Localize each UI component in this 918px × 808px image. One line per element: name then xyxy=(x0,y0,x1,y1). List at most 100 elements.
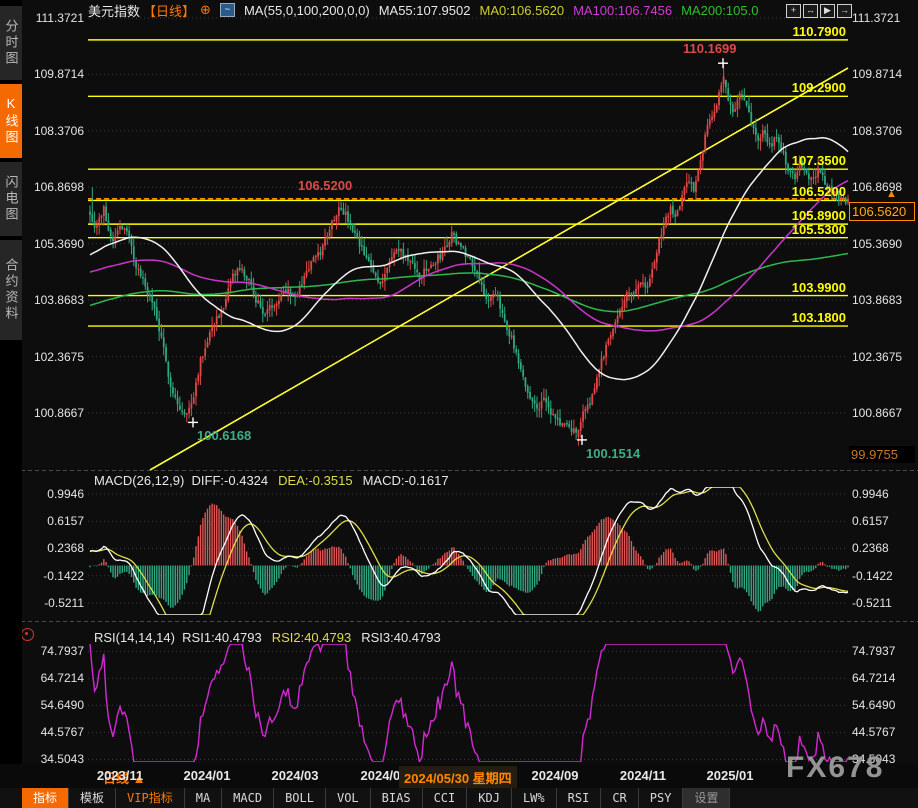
main-y-axis-label: 103.8683 xyxy=(22,293,84,307)
price-level-label: 103.9900 xyxy=(88,280,846,295)
time-axis-label: 2025/01 xyxy=(707,768,754,783)
circle-plus-icon[interactable]: ⊕ xyxy=(200,2,211,18)
main-y-axis-label: 103.8683 xyxy=(852,293,902,307)
trendline[interactable] xyxy=(150,68,848,470)
main-chart-header: 美元指数 【日线】 ⊕ ~ MA(55,0,100,200,0,0) MA55:… xyxy=(88,2,758,18)
main-y-axis-label: 102.3675 xyxy=(852,350,902,364)
trading-app-window: 分时图 K线图闪电图合约资料 美元指数 【日线】 ⊕ ~ MA(55,0,100,… xyxy=(0,0,918,808)
current-price-box: 106.5620 xyxy=(849,202,915,221)
rsi-line xyxy=(90,644,848,762)
main-y-axis-label: 100.8667 xyxy=(852,406,902,420)
main-y-axis-label: 105.3690 xyxy=(852,237,902,251)
macd-layer xyxy=(90,504,848,612)
toolbar-button-LW%[interactable]: LW% xyxy=(512,788,557,808)
toolbar-button-CR[interactable]: CR xyxy=(601,788,638,808)
main-y-axis-label: 111.3721 xyxy=(852,11,900,25)
macd-y-axis-label: 0.9946 xyxy=(22,487,84,501)
ma55-line xyxy=(90,138,848,380)
shift-right-icon[interactable]: → xyxy=(837,4,852,18)
time-axis: 日线 ▲ 2024/05/30 星期四 2023/112024/012024/0… xyxy=(0,764,918,788)
play-forward-icon[interactable]: ▶ xyxy=(820,4,835,18)
sidebar-tab-闪电图[interactable]: 闪电图 xyxy=(0,162,22,236)
time-axis-label: 2023/11 xyxy=(97,768,143,783)
sidebar-tab-合约资料[interactable]: 合约资料 xyxy=(0,240,22,340)
period-tag: 【日线】 xyxy=(143,1,195,20)
price-annotation: 110.1699 xyxy=(683,41,737,56)
dea-line xyxy=(90,487,848,615)
rsi-y-axis-label: 54.6490 xyxy=(852,698,895,712)
price-level-label: 105.5300 xyxy=(88,222,846,237)
main-y-axis-label: 108.3706 xyxy=(22,124,84,138)
macd-settings: MACD(26,12,9) DIFF:-0.4324 xyxy=(94,473,268,488)
watermark: FX678 xyxy=(786,751,884,785)
rsi-y-axis-label: 74.7937 xyxy=(852,644,895,658)
price-level-label: 110.7900 xyxy=(88,24,846,39)
toolbar-button-VOL[interactable]: VOL xyxy=(326,788,371,808)
chart-type-icon[interactable]: ~ xyxy=(220,3,235,17)
toolbar-button-设置[interactable]: 设置 xyxy=(683,788,730,808)
main-y-axis-label: 105.3690 xyxy=(22,237,84,251)
rsi-y-axis-label: 74.7937 xyxy=(22,644,84,658)
session-low-box: 99.9755 xyxy=(849,446,915,463)
price-level-label: 103.1800 xyxy=(88,310,846,325)
price-level-label: 106.5200 xyxy=(88,184,846,199)
sidebar: 分时图 K线图闪电图合约资料 xyxy=(0,0,22,764)
price-level-label: 107.3500 xyxy=(88,153,846,168)
window-controls: +↔▶→ xyxy=(786,4,852,18)
sidebar-tab-K线图[interactable]: K线图 xyxy=(0,84,22,158)
rsi2-value: RSI2:40.4793 xyxy=(272,630,352,645)
rsi-y-axis-label: 64.7214 xyxy=(852,671,895,685)
toolbar-button-VIP指标[interactable]: VIP指标 xyxy=(116,788,185,808)
toolbar-button-指标[interactable]: 指标 xyxy=(22,788,69,808)
candles-layer xyxy=(89,63,849,445)
rsi-y-axis-label: 54.6490 xyxy=(22,698,84,712)
toolbar-button-模板[interactable]: 模板 xyxy=(69,788,116,808)
rsi-y-axis-label: 44.5767 xyxy=(852,725,895,739)
crosshair-icon[interactable]: + xyxy=(786,4,801,18)
rsi-y-axis-label: 64.7214 xyxy=(22,671,84,685)
time-axis-label: 2024/01 xyxy=(184,768,231,783)
gridlines xyxy=(88,18,848,759)
indicator-toolbar: 指标模板VIP指标MAMACDBOLLVOLBIASCCIKDJLW%RSICR… xyxy=(0,788,918,808)
main-y-axis-label: 106.8698 xyxy=(22,180,84,194)
toolbar-button-RSI[interactable]: RSI xyxy=(557,788,602,808)
toolbar-button-BIAS[interactable]: BIAS xyxy=(371,788,423,808)
main-y-axis-label: 100.8667 xyxy=(22,406,84,420)
ma-settings: MA(55,0,100,200,0,0) xyxy=(244,3,370,18)
macd-y-axis-label: -0.1422 xyxy=(852,569,893,583)
indicator-settings-icon[interactable] xyxy=(21,628,34,641)
instrument-name: 美元指数 xyxy=(88,1,140,20)
time-axis-label: 2024/11 xyxy=(620,768,666,783)
macd-y-axis-label: 0.2368 xyxy=(852,541,889,555)
macd-y-axis-label: -0.5211 xyxy=(852,596,892,610)
main-y-axis-label: 109.8714 xyxy=(852,67,902,81)
main-y-axis-label: 109.8714 xyxy=(22,67,84,81)
price-annotation: 106.5200 xyxy=(298,178,352,193)
toolbar-button-MACD[interactable]: MACD xyxy=(222,788,274,808)
sidebar-tab-分时图[interactable]: 分时图 xyxy=(0,6,22,80)
chart-canvas xyxy=(0,0,918,764)
macd-y-axis-label: 0.6157 xyxy=(852,514,889,528)
rsi-y-axis-label: 44.5767 xyxy=(22,725,84,739)
macd-y-axis-label: 0.6157 xyxy=(22,514,84,528)
toolbar-button-CCI[interactable]: CCI xyxy=(423,788,468,808)
price-annotation: 100.1514 xyxy=(586,446,640,461)
price-up-arrow-icon: ▲ xyxy=(886,188,897,200)
macd-value: MACD:-0.1617 xyxy=(363,473,449,488)
toolbar-button-BOLL[interactable]: BOLL xyxy=(274,788,326,808)
main-y-axis-label: 108.3706 xyxy=(852,124,902,138)
rsi-header: RSI(14,14,14) RSI1:40.4793 RSI2:40.4793 … xyxy=(94,630,441,645)
ma55-value: MA55:107.9502 xyxy=(379,3,471,18)
price-annotation: 100.6168 xyxy=(197,428,251,443)
diff-line xyxy=(90,487,848,615)
toolbar-button-KDJ[interactable]: KDJ xyxy=(467,788,512,808)
macd-y-axis-label: 0.9946 xyxy=(852,487,889,501)
scale-x-icon[interactable]: ↔ xyxy=(803,4,818,18)
ma200-value: MA200:105.0 xyxy=(681,3,758,18)
time-axis-label: 2024/03 xyxy=(272,768,319,783)
ma100-value: MA100:106.7456 xyxy=(573,3,672,18)
toolbar-button-MA[interactable]: MA xyxy=(185,788,222,808)
rsi3-value: RSI3:40.4793 xyxy=(361,630,441,645)
toolbar-button-PSY[interactable]: PSY xyxy=(639,788,684,808)
macd-y-axis-label: -0.1422 xyxy=(22,569,84,583)
